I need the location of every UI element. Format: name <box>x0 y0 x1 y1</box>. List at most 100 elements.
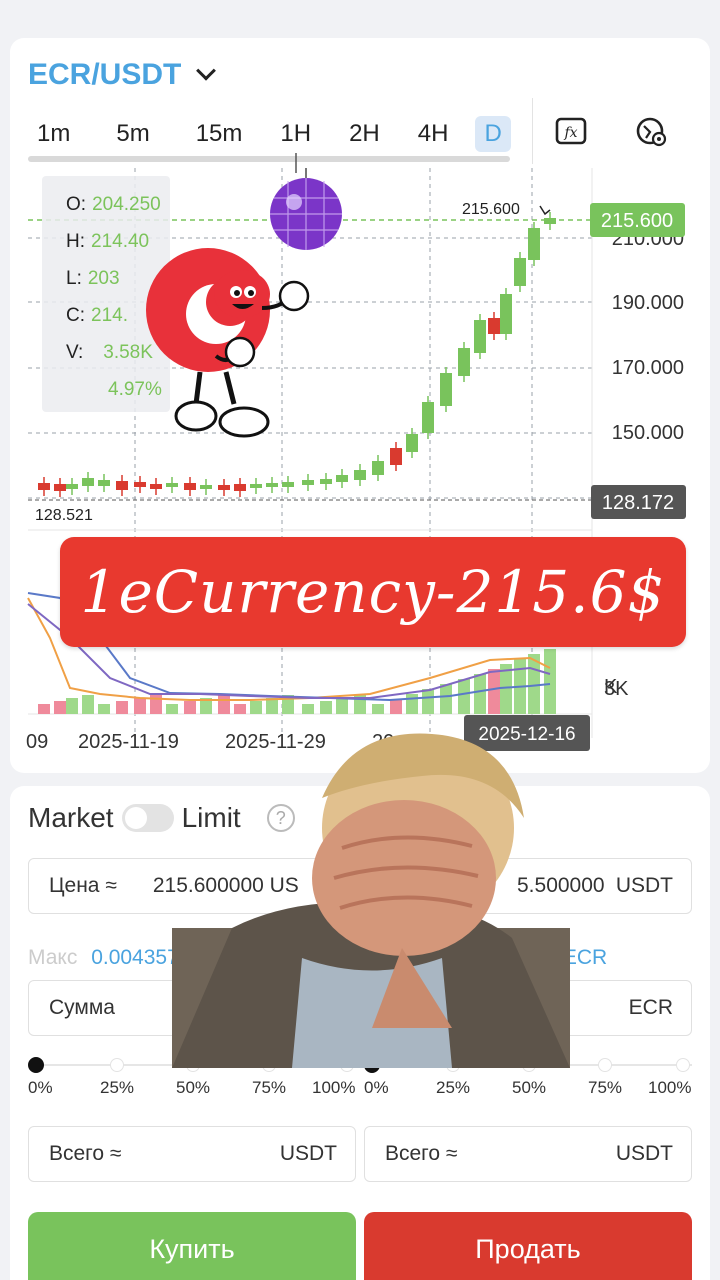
facepalm-photo <box>172 733 570 1068</box>
candle <box>458 348 470 376</box>
volume-bar <box>458 679 470 714</box>
candle <box>150 484 162 489</box>
crosshair-price-tag: 128.172 <box>602 492 674 514</box>
candle <box>372 461 384 475</box>
volume-bar <box>544 649 556 714</box>
date-axis-label-1: 09 <box>26 731 48 753</box>
current-price-tag: 215.600 <box>601 210 673 232</box>
pct-label-25: 25% <box>100 1078 135 1097</box>
candle <box>234 484 246 491</box>
price-axis-label-2: 190.000 <box>612 292 684 314</box>
pct-label-100: 100% <box>648 1078 692 1097</box>
high-price-label: 215.600 <box>462 201 520 218</box>
candle <box>320 479 332 484</box>
buy-total-field[interactable]: Всего ≈ USDT <box>28 1126 356 1182</box>
volume-bar <box>302 704 314 714</box>
volume-bar <box>218 695 230 714</box>
sell-total-field[interactable]: Всего ≈ USDT <box>364 1126 692 1182</box>
volume-bar <box>234 704 246 714</box>
market-limit-toggle[interactable] <box>121 804 174 832</box>
candle <box>38 483 50 490</box>
slider-handle[interactable] <box>28 1057 44 1073</box>
candle <box>302 480 314 485</box>
buy-max-value: 0.004357 <box>91 946 179 969</box>
price-axis-label-3: 170.000 <box>612 357 684 379</box>
volume-bar <box>474 674 486 714</box>
slider-step-100[interactable] <box>676 1058 690 1072</box>
candle <box>134 482 146 487</box>
pct-label-75: 75% <box>588 1078 623 1097</box>
ohlc-close-value: 214. <box>91 305 128 326</box>
buy-button[interactable]: Купить <box>28 1212 356 1280</box>
volume-bar <box>38 704 50 714</box>
volume-axis-label-3k: 3K <box>604 678 629 700</box>
candle <box>544 218 556 224</box>
candle <box>514 258 526 286</box>
ohlc-low-value: 203 <box>87 268 120 289</box>
buy-amount-label: Сумма <box>49 996 115 1019</box>
price-banner: 1eCurrency-215.6$ <box>60 537 686 647</box>
candle <box>354 470 366 480</box>
pct-label-25: 25% <box>436 1078 471 1097</box>
sell-total-label: Всего ≈ <box>385 1142 458 1165</box>
volume-bar <box>320 701 332 714</box>
volume-bar <box>82 695 94 714</box>
candle <box>98 480 110 486</box>
volume-bar <box>422 689 434 714</box>
ohlc-low-key: L: <box>66 268 82 289</box>
sell-amount-unit: ECR <box>628 996 673 1019</box>
buy-total-label: Всего ≈ <box>49 1142 122 1165</box>
pct-label-0: 0% <box>28 1078 53 1097</box>
volume-bar <box>372 704 384 714</box>
mascot-sticker <box>146 168 342 438</box>
volume-bar <box>406 694 418 714</box>
low-price-label: 128.521 <box>35 507 93 524</box>
volume-bar <box>98 704 110 714</box>
volume-bar <box>54 701 66 714</box>
buy-max-row: Макс 0.004357 <box>28 946 179 970</box>
volume-bar <box>336 698 348 714</box>
volume-bar <box>390 699 402 714</box>
pct-label-100: 100% <box>312 1078 356 1097</box>
candle <box>336 475 348 482</box>
candle <box>406 434 418 452</box>
candle <box>116 481 128 490</box>
candle <box>474 320 486 353</box>
volume-bar <box>166 704 178 714</box>
sell-price-unit: USDT <box>615 874 673 897</box>
candle <box>82 478 94 486</box>
pct-label-0: 0% <box>364 1078 389 1097</box>
candle <box>488 318 500 334</box>
slider-step-75[interactable] <box>598 1058 612 1072</box>
volume-bar <box>66 698 78 714</box>
ohlc-open-key: O: <box>66 194 87 215</box>
ohlc-close-key: C: <box>66 305 85 326</box>
volume-bar <box>488 669 500 714</box>
market-label: Market <box>28 802 114 833</box>
chart-card: ECR/USDT 1m 5m 15m 1H 2H 4H D fx 210.000… <box>10 38 710 773</box>
price-axis-label-4: 150.000 <box>612 422 684 444</box>
candle <box>528 228 540 260</box>
volume-bar <box>116 701 128 714</box>
pct-label-50: 50% <box>512 1078 547 1097</box>
buy-total-unit: USDT <box>279 1142 337 1165</box>
trading-screen: ECR/USDT 1m 5m 15m 1H 2H 4H D fx 210.000… <box>0 0 720 1280</box>
slider-step-25[interactable] <box>110 1058 124 1072</box>
ohlc-volume-key: V: <box>66 342 84 363</box>
ohlc-high-key: H: <box>66 231 85 252</box>
sell-total-unit: USDT <box>615 1142 673 1165</box>
pct-label-75: 75% <box>252 1078 287 1097</box>
date-axis-label-2: 2025-11-19 <box>78 731 179 753</box>
candle <box>250 484 262 488</box>
banner-text: 1eCurrency-215.6$ <box>80 558 666 626</box>
candle <box>184 483 196 490</box>
candle <box>66 484 78 489</box>
volume-bar <box>134 698 146 714</box>
candle <box>282 482 294 487</box>
candle <box>500 294 512 334</box>
volume-bar <box>250 701 262 714</box>
sell-button[interactable]: Продать <box>364 1212 692 1280</box>
volume-bar <box>440 684 452 714</box>
pct-label-50: 50% <box>176 1078 211 1097</box>
candle <box>390 448 402 465</box>
